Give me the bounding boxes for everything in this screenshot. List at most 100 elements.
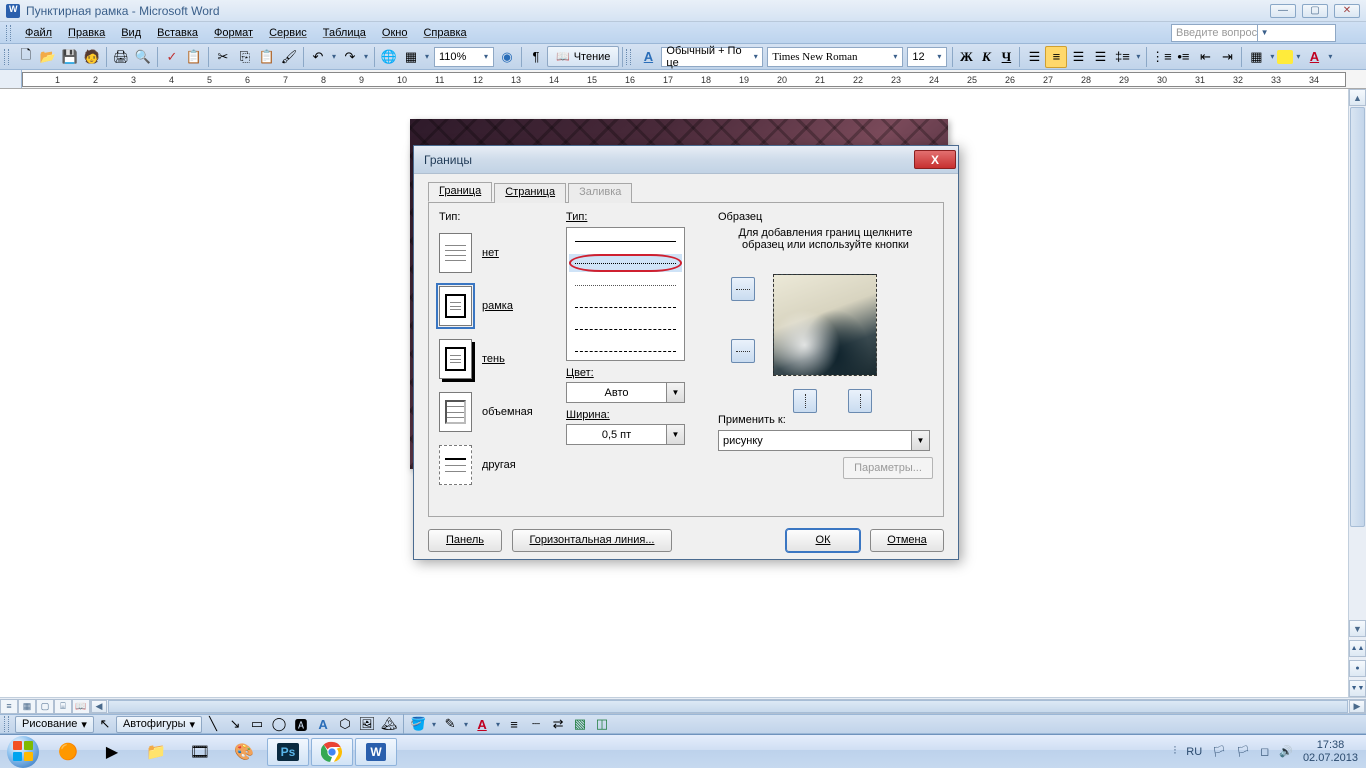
undo-dropdown[interactable]: ▾ [329, 52, 339, 61]
fontsize-dropdown-icon[interactable]: ▾ [934, 52, 944, 61]
taskbar-app-wmp[interactable]: ▶ [91, 738, 133, 766]
research-button[interactable]: 📋 [183, 46, 205, 68]
help-search-box[interactable]: Введите вопрос ▼ [1171, 24, 1336, 42]
tray-action-center-icon[interactable]: 🏳 [1236, 745, 1250, 758]
toolbar-button[interactable]: Панель [428, 529, 502, 552]
oval-tool[interactable]: ◯ [268, 713, 290, 735]
width-dropdown-button[interactable]: ▼ [666, 425, 684, 444]
toolbar-handle[interactable] [6, 25, 11, 41]
highlight-dropdown[interactable]: ▾ [1293, 52, 1303, 61]
border-left-button[interactable] [793, 389, 817, 413]
clipart-button[interactable]: 🖼 [356, 713, 378, 735]
apply-to-combo[interactable]: рисунку ▼ [718, 430, 930, 451]
tray-volume-icon[interactable]: 🔊 [1279, 745, 1293, 758]
ok-button[interactable]: ОК [786, 529, 860, 552]
align-justify-button[interactable]: ☰ [1089, 46, 1111, 68]
fontcolor-dropdown[interactable]: ▾ [1325, 52, 1335, 61]
prev-page-button[interactable]: ▲▲ [1349, 640, 1366, 657]
highlight-button[interactable] [1277, 50, 1293, 64]
spacing-dropdown[interactable]: ▾ [1133, 52, 1143, 61]
browse-object-button[interactable]: ● [1349, 660, 1366, 677]
style-solid[interactable] [569, 232, 682, 250]
fontsize-combo[interactable]: 12 ▾ [907, 47, 947, 67]
next-page-button[interactable]: ▼▼ [1349, 680, 1366, 697]
ruler[interactable]: 1234567891011121314151617181920212223242… [0, 70, 1366, 89]
web-view-button[interactable]: ▦ [18, 699, 36, 714]
dialog-close-button[interactable]: X [914, 150, 956, 169]
italic-button[interactable]: К [976, 46, 996, 68]
arrow-tool[interactable]: ↘ [224, 713, 246, 735]
spellcheck-button[interactable]: ✓ [161, 46, 183, 68]
print-view-button[interactable]: ▢ [36, 699, 54, 714]
menu-help[interactable]: Справка [415, 25, 474, 41]
apply-to-dropdown-button[interactable]: ▼ [911, 431, 929, 450]
copy-button[interactable]: ⎘ [234, 46, 256, 68]
rectangle-tool[interactable]: ▭ [246, 713, 268, 735]
minimize-button[interactable]: — [1270, 4, 1296, 18]
paste-button[interactable]: 📋 [256, 46, 278, 68]
zoom-dropdown-icon[interactable]: ▾ [481, 52, 491, 61]
arrow-style-button[interactable]: ⇄ [547, 713, 569, 735]
font-combo[interactable]: Times New Roman ▾ [767, 47, 903, 67]
dialog-titlebar[interactable]: Границы X [414, 146, 958, 174]
horizontal-scrollbar[interactable]: ◀ ▶ [90, 699, 1366, 714]
border-top-button[interactable] [731, 277, 755, 301]
menu-tools[interactable]: Сервис [261, 25, 315, 41]
linecolor-dropdown[interactable]: ▾ [461, 720, 471, 729]
dash-style-button[interactable]: ┈ [525, 713, 547, 735]
redo-dropdown[interactable]: ▾ [361, 52, 371, 61]
tables-borders-button[interactable]: ▦ [400, 46, 422, 68]
horizontal-line-button[interactable]: Горизонтальная линия... [512, 529, 672, 552]
toolbar-handle[interactable] [4, 49, 9, 65]
setting-3d[interactable]: объемная [439, 392, 554, 432]
font-color-button[interactable]: А [1303, 46, 1325, 68]
open-button[interactable]: 📂 [37, 46, 59, 68]
ruler-body[interactable]: 1234567891011121314151617181920212223242… [22, 72, 1346, 87]
tab-border[interactable]: Граница [428, 182, 492, 202]
menu-insert[interactable]: Вставка [149, 25, 206, 41]
font-dropdown-icon[interactable]: ▾ [890, 52, 900, 61]
borders-button[interactable]: ▦ [1245, 46, 1267, 68]
select-objects-button[interactable]: ↖ [94, 713, 116, 735]
style-dropdown-icon[interactable]: ▾ [751, 52, 760, 61]
scroll-up-button[interactable]: ▲ [1349, 89, 1366, 106]
save-button[interactable]: 💾 [59, 46, 81, 68]
shadow-button[interactable]: ▧ [569, 713, 591, 735]
preview-button[interactable]: 🔍 [132, 46, 154, 68]
align-right-button[interactable]: ☰ [1067, 46, 1089, 68]
taskbar-app-chrome[interactable] [311, 738, 353, 766]
diagram-button[interactable]: ⬡ [334, 713, 356, 735]
setting-custom[interactable]: другая [439, 445, 554, 485]
setting-none[interactable]: нет [439, 233, 554, 273]
border-bottom-button[interactable] [731, 339, 755, 363]
tray-language[interactable]: RU [1186, 746, 1202, 758]
line-style-button[interactable]: ≡ [503, 713, 525, 735]
cancel-button[interactable]: Отмена [870, 529, 944, 552]
tray-show-hidden-icon[interactable]: ⫶ [1174, 745, 1177, 758]
style-dashed[interactable] [569, 298, 682, 316]
drawing-menu[interactable]: Рисование▾ [15, 716, 94, 733]
tray-nvidia-icon[interactable]: ◻ [1260, 745, 1269, 758]
wordart-button[interactable]: A [312, 713, 334, 735]
scroll-right-button[interactable]: ▶ [1349, 700, 1365, 713]
menu-format[interactable]: Формат [206, 25, 261, 41]
scroll-down-button[interactable]: ▼ [1349, 620, 1366, 637]
setting-shadow[interactable]: тень [439, 339, 554, 379]
toolbar-handle[interactable] [4, 716, 9, 732]
fontcolor-dropdown-draw[interactable]: ▾ [493, 720, 503, 729]
tray-flag-icon[interactable]: 🏳 [1212, 745, 1226, 758]
scroll-thumb[interactable] [1350, 107, 1365, 527]
preview-image[interactable] [773, 274, 877, 376]
border-right-button[interactable] [848, 389, 872, 413]
style-fine-dotted[interactable] [569, 276, 682, 294]
undo-button[interactable]: ↶ [307, 46, 329, 68]
bullet-list-button[interactable]: •≡ [1172, 46, 1194, 68]
style-combo[interactable]: Обычный + По це ▾ [661, 47, 763, 67]
line-color-button[interactable]: ✎ [439, 713, 461, 735]
taskbar-app-explorer[interactable]: 📁 [135, 738, 177, 766]
fill-color-button[interactable]: 🪣 [407, 713, 429, 735]
scroll-left-button[interactable]: ◀ [91, 700, 107, 713]
color-dropdown-button[interactable]: ▼ [666, 383, 684, 402]
menu-file[interactable]: Файл [17, 25, 60, 41]
hyperlink-button[interactable]: 🌐 [378, 46, 400, 68]
